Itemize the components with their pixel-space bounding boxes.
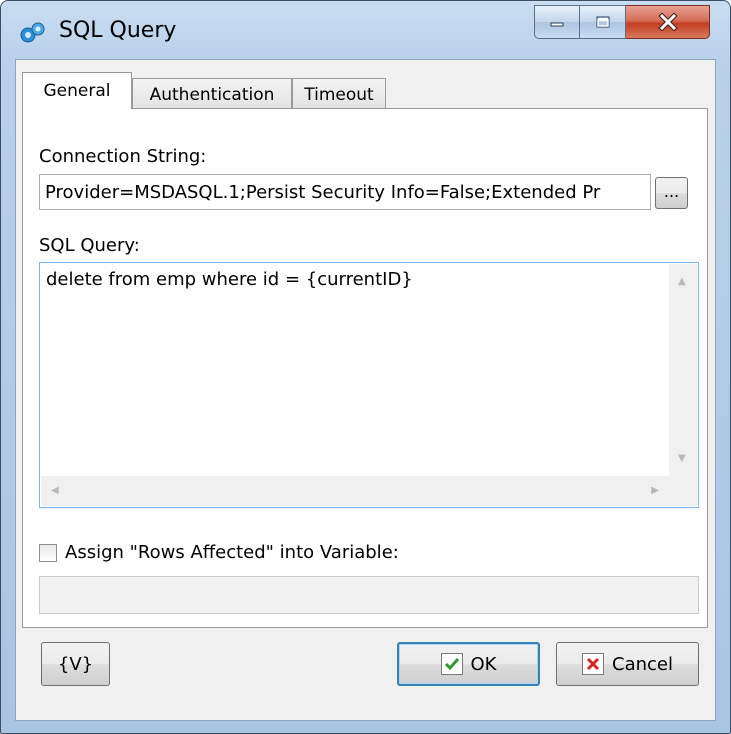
dialog-client-area: General Authentication Timeout Connectio… xyxy=(15,59,716,721)
tab-timeout-label: Timeout xyxy=(304,85,374,105)
title-bar[interactable]: SQL Query xyxy=(1,1,730,59)
tab-general[interactable]: General xyxy=(22,72,132,109)
connection-string-label: Connection String: xyxy=(39,146,207,167)
sql-horizontal-scrollbar[interactable]: ◀ ▶ xyxy=(41,476,669,506)
variables-button-label: {V} xyxy=(57,653,94,675)
connection-browse-button[interactable]: ... xyxy=(655,177,688,209)
close-icon xyxy=(657,13,678,31)
scroll-left-icon[interactable]: ◀ xyxy=(51,485,59,496)
scroll-right-icon[interactable]: ▶ xyxy=(651,485,659,496)
general-tab-panel: Connection String: Provider=MSDASQL.1;Pe… xyxy=(22,108,708,628)
maximize-icon xyxy=(596,16,609,28)
check-icon xyxy=(440,653,463,675)
sql-query-value: delete from emp where id = {currentID} xyxy=(46,269,413,290)
assign-rows-affected-label: Assign "Rows Affected" into Variable: xyxy=(65,542,399,563)
cancel-button-label: Cancel xyxy=(612,653,673,675)
scrollbar-corner xyxy=(669,476,697,506)
sql-query-label: SQL Query: xyxy=(39,235,140,256)
variables-button[interactable]: {V} xyxy=(41,642,110,686)
connection-string-input[interactable]: Provider=MSDASQL.1;Persist Security Info… xyxy=(39,174,651,210)
connection-string-value: Provider=MSDASQL.1;Persist Security Info… xyxy=(45,182,601,203)
sql-query-textarea[interactable]: delete from emp where id = {currentID} ▲… xyxy=(39,262,699,508)
variable-input[interactable] xyxy=(39,576,699,614)
cancel-button[interactable]: Cancel xyxy=(556,642,699,686)
tab-authentication-label: Authentication xyxy=(149,85,275,105)
sql-query-dialog: SQL Query General Authentication Timeout… xyxy=(0,0,731,734)
minimize-icon xyxy=(550,22,564,27)
app-gear-icon xyxy=(20,22,45,43)
tab-timeout[interactable]: Timeout xyxy=(292,78,386,108)
browse-button-label: ... xyxy=(663,182,680,201)
x-icon xyxy=(582,653,604,675)
tab-general-label: General xyxy=(43,81,111,101)
maximize-button[interactable] xyxy=(580,5,626,39)
caption-buttons xyxy=(534,5,710,39)
tab-authentication[interactable]: Authentication xyxy=(132,78,292,108)
scroll-up-icon[interactable]: ▲ xyxy=(678,276,686,287)
window-title: SQL Query xyxy=(59,18,177,43)
scroll-down-icon[interactable]: ▼ xyxy=(678,453,686,464)
ok-button-label: OK xyxy=(470,653,497,675)
sql-vertical-scrollbar[interactable]: ▲ ▼ xyxy=(669,264,697,476)
minimize-button[interactable] xyxy=(534,5,580,39)
ok-button[interactable]: OK xyxy=(397,642,540,686)
assign-rows-affected-checkbox[interactable] xyxy=(39,544,57,562)
close-button[interactable] xyxy=(626,5,710,39)
